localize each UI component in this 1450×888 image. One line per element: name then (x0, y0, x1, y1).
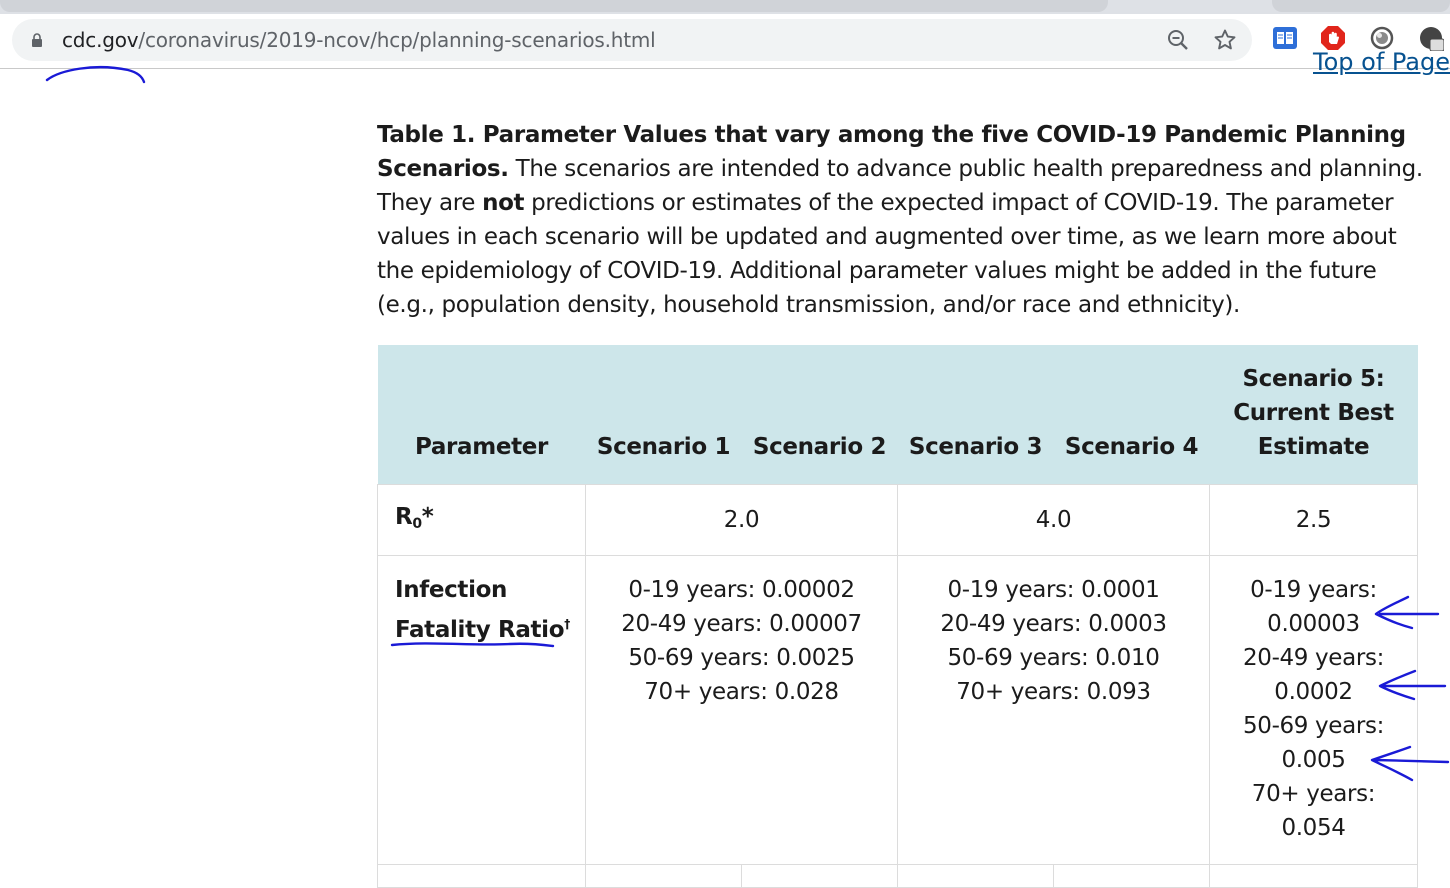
planning-scenarios-table: Parameter Scenario 1 Scenario 2 Scenario… (377, 345, 1418, 888)
caption-emphasis: not (482, 190, 525, 216)
header-scenario-3: Scenario 3 (897, 345, 1054, 485)
zoom-out-icon[interactable] (1166, 28, 1190, 52)
table-caption: Table 1. Parameter Values that vary amon… (377, 118, 1427, 322)
ifr-value: 0.0002 (1274, 679, 1353, 705)
ifr-value: 20-49 years: (1243, 645, 1384, 671)
ifr-value: 0-19 years: 0.0001 (947, 577, 1160, 603)
param-subscript: 0 (412, 515, 422, 532)
annotation-arc (45, 65, 146, 84)
r0-scenario-1-2: 2.0 (585, 484, 898, 556)
table-row: Infection Fatality Ratio† 0-19 years: 0.0… (377, 555, 1418, 865)
param-r0: R0* (377, 484, 586, 556)
r0-scenario-5: 2.5 (1209, 484, 1418, 556)
star-icon[interactable] (1213, 28, 1237, 52)
ifr-value: 70+ years: 0.028 (644, 679, 839, 705)
ifr-scenario-3-4: 0-19 years: 0.0001 20-49 years: 0.0003 5… (897, 555, 1210, 865)
footnote-mark: † (564, 617, 570, 631)
param-label: Infection (395, 577, 508, 603)
caption-text: predictions or estimates of the expected… (377, 190, 1397, 318)
header-scenario-5: Scenario 5: Current Best Estimate (1209, 345, 1418, 485)
param-label: Fatality Ratio (395, 617, 565, 643)
ifr-value: 0.00003 (1267, 611, 1360, 637)
reader-extension-icon[interactable] (1272, 25, 1298, 51)
ifr-value: 50-69 years: 0.0025 (628, 645, 855, 671)
table-row: R0* 2.0 4.0 2.5 (377, 484, 1418, 556)
r0-scenario-3-4: 4.0 (897, 484, 1210, 556)
header-line: Current Best (1233, 400, 1394, 426)
param-ifr: Infection Fatality Ratio† (377, 555, 586, 865)
ifr-value: 70+ years: 0.093 (956, 679, 1151, 705)
lock-icon[interactable] (31, 33, 43, 47)
ifr-value: 20-49 years: 0.00007 (621, 611, 862, 637)
header-scenario-4: Scenario 4 (1053, 345, 1210, 485)
ifr-value: 70+ years: (1251, 781, 1376, 807)
ifr-value: 0.054 (1281, 815, 1346, 841)
footnote-mark: * (421, 503, 434, 530)
header-parameter: Parameter (377, 345, 586, 485)
param-label: R (395, 503, 413, 530)
tab-strip (0, 0, 1450, 14)
header-scenario-2: Scenario 2 (741, 345, 898, 485)
tab[interactable] (0, 0, 1108, 12)
header-line: Estimate (1257, 434, 1370, 460)
ifr-value: 0-19 years: (1250, 577, 1377, 603)
ifr-value: 50-69 years: 0.010 (947, 645, 1160, 671)
tab[interactable] (1272, 0, 1450, 12)
header-line: Scenario 5: (1242, 366, 1385, 392)
url-host: cdc.gov (62, 28, 139, 52)
table-header-row: Parameter Scenario 1 Scenario 2 Scenario… (377, 345, 1418, 485)
ifr-scenario-5: 0-19 years: 0.00003 20-49 years: 0.0002 … (1209, 555, 1418, 865)
url-path: /coronavirus/2019-ncov/hcp/planning-scen… (138, 28, 656, 52)
header-scenario-1: Scenario 1 (585, 345, 742, 485)
ifr-value: 50-69 years: (1243, 713, 1384, 739)
ifr-value: 0-19 years: 0.00002 (628, 577, 855, 603)
ifr-value: 0.005 (1281, 747, 1346, 773)
ifr-value: 20-49 years: 0.0003 (940, 611, 1167, 637)
top-of-page-link[interactable]: Top of Page (1313, 48, 1450, 76)
url-text[interactable]: cdc.gov/coronavirus/2019-ncov/hcp/planni… (62, 28, 656, 52)
ifr-scenario-1-2: 0-19 years: 0.00002 20-49 years: 0.00007… (585, 555, 898, 865)
address-bar[interactable]: cdc.gov/coronavirus/2019-ncov/hcp/planni… (12, 19, 1252, 61)
browser-toolbar: cdc.gov/coronavirus/2019-ncov/hcp/planni… (0, 14, 1450, 69)
